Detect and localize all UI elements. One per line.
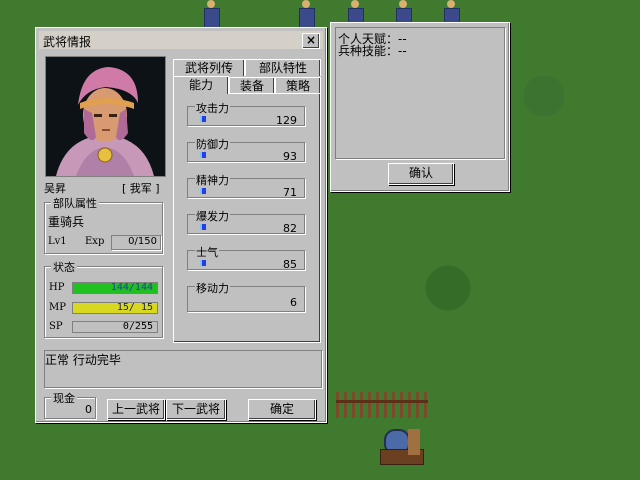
next-general-button[interactable]: 下一武将 [166, 399, 226, 420]
tab-equipment[interactable]: 装备 [229, 77, 275, 94]
stat-burst: 爆发力 82 [187, 208, 305, 236]
gold-group: 现金 0 [44, 390, 96, 419]
stat-label: 士气 [195, 244, 219, 260]
status-text: 正常 行动完毕 [45, 353, 121, 367]
stat-label: 防御力 [195, 136, 230, 152]
level-label: Lv1 [48, 236, 67, 247]
stat-attack: 攻击力 129 [187, 100, 305, 128]
hp-bar: 144/144 [72, 282, 158, 294]
status-label: 状态 [51, 259, 77, 275]
hp-value: 144/144 [110, 282, 153, 293]
unit-attribute-group: 部队属性 重骑兵 Lv1 Exp 0/150 [44, 195, 163, 254]
mp-label: MP [49, 302, 66, 313]
skill-info-dialog: 个人天赋：-- 兵种技能：-- 确认 [330, 22, 510, 192]
map-unit[interactable] [295, 0, 317, 28]
stat-defense: 防御力 93 [187, 136, 305, 164]
general-info-dialog: 武将情报 × 吴昇 [ 我军 ] 部队属性 重骑兵 Lv1 Exp 0/150 [35, 27, 327, 423]
exp-value: 0/150 [128, 236, 157, 247]
unit-type: 重骑兵 [48, 215, 85, 229]
troop-skill-line: 兵种技能：-- [338, 44, 407, 58]
stat-label: 精神力 [195, 172, 230, 188]
stat-label: 爆发力 [195, 208, 230, 224]
wooden-fence [336, 392, 428, 418]
stat-value: 93 [283, 150, 297, 163]
tab-unit-traits[interactable]: 部队特性 [245, 59, 321, 76]
exp-box: 0/150 [111, 235, 161, 250]
unit-attribute-label: 部队属性 [51, 195, 99, 211]
stat-value: 82 [283, 222, 297, 235]
status-group: 状态 HP 144/144 MP 15/ 15 SP 0/255 [44, 259, 163, 338]
gold-label: 现金 [51, 390, 77, 406]
map-unit[interactable] [200, 0, 222, 28]
confirm-button[interactable]: 确认 [388, 163, 454, 185]
close-button[interactable]: × [302, 33, 320, 49]
stat-label: 攻击力 [195, 100, 230, 116]
ok-button[interactable]: 确定 [248, 399, 316, 420]
ability-panel: 攻击力 129 防御力 93 精神力 71 爆发力 82 士气 85 移动力 6 [173, 93, 321, 343]
general-name: 吴昇 [44, 182, 66, 195]
sp-bar: 0/255 [72, 321, 158, 333]
supply-cart-unit[interactable] [380, 425, 430, 470]
dialog-title: 武将情报 [43, 35, 92, 49]
stat-movement: 移动力 6 [187, 280, 305, 316]
tab-biography[interactable]: 武将列传 [173, 59, 245, 76]
stat-value: 85 [283, 258, 297, 271]
tab-strategy[interactable]: 策略 [275, 77, 321, 94]
stat-value: 6 [290, 296, 297, 309]
skill-info-box: 个人天赋：-- 兵种技能：-- [335, 27, 505, 159]
general-portrait-image [46, 57, 165, 176]
title-bar[interactable]: 武将情报 × [39, 31, 323, 49]
exp-label: Exp [85, 236, 105, 247]
sp-value: 0/255 [122, 321, 153, 332]
gold-value: 0 [85, 403, 92, 416]
tab-ability[interactable]: 能力 [173, 76, 229, 94]
stat-label: 移动力 [195, 280, 230, 296]
mp-bar: 15/ 15 [72, 302, 158, 314]
sp-label: SP [49, 321, 63, 332]
status-text-box: 正常 行动完毕 [44, 350, 322, 388]
hp-label: HP [49, 282, 65, 293]
side-label: [ 我军 ] [122, 182, 160, 195]
portrait [45, 56, 166, 177]
stat-spirit: 精神力 71 [187, 172, 305, 200]
mp-value: 15/ 15 [116, 302, 153, 313]
stat-value: 71 [283, 186, 297, 199]
stat-morale: 士气 85 [187, 244, 305, 272]
prev-general-button[interactable]: 上一武将 [107, 399, 165, 420]
stat-value: 129 [276, 114, 297, 127]
